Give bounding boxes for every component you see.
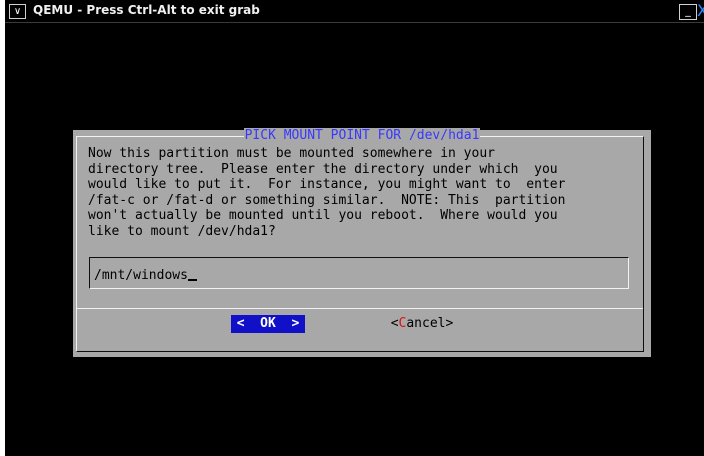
button-separator [77, 308, 643, 309]
dialog-title-text: PICK MOUNT POINT FOR /dev/hda1 [243, 128, 481, 143]
ok-button[interactable]: < OK > [231, 315, 305, 333]
close-icon[interactable]: X [697, 2, 704, 20]
mount-point-input[interactable]: /mnt/windows [89, 257, 629, 289]
mount-point-dialog: PICK MOUNT POINT FOR /dev/hda1 Now this … [73, 128, 653, 359]
title-bar: ∨ QEMU - Press Ctrl-Alt to exit grab _ X [5, 0, 704, 23]
cancel-bracket-left: < [390, 316, 399, 331]
minimize-icon[interactable]: _ [679, 4, 697, 20]
text-cursor [187, 266, 197, 281]
input-value-text: /mnt/windows [94, 268, 188, 283]
dialog-title: PICK MOUNT POINT FOR /dev/hda1 [73, 128, 651, 143]
dialog-message: Now this partition must be mounted somew… [88, 146, 566, 239]
emulator-screen[interactable]: PICK MOUNT POINT FOR /dev/hda1 Now this … [5, 23, 704, 456]
window-title: QEMU - Press Ctrl-Alt to exit grab [33, 3, 260, 17]
mount-point-input-value: /mnt/windows [94, 266, 197, 283]
cancel-button[interactable]: <Cancel> [385, 315, 459, 333]
cancel-label-rest: ancel> [406, 316, 454, 331]
window-menu-icon[interactable]: ∨ [9, 4, 26, 19]
qemu-window: ∨ QEMU - Press Ctrl-Alt to exit grab _ X… [5, 0, 704, 456]
